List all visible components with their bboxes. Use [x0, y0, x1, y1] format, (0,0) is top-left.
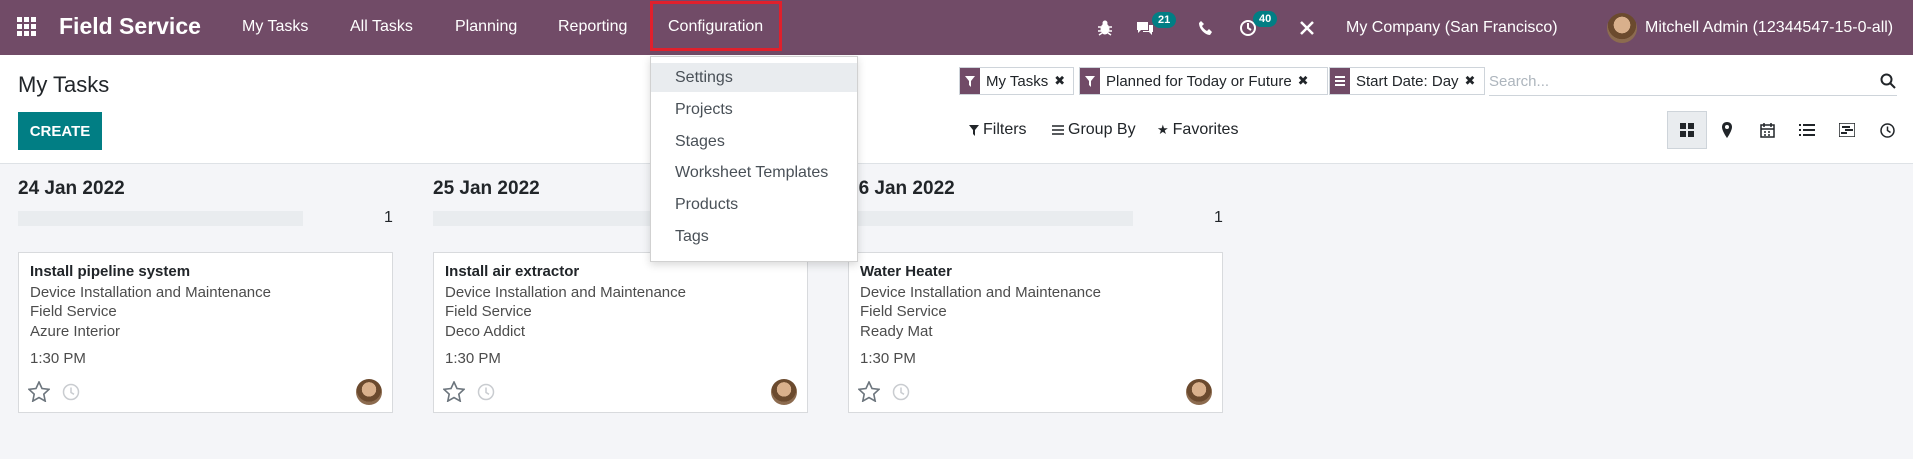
- star-icon[interactable]: [857, 380, 881, 407]
- facet-start-date[interactable]: Start Date: Day ✖: [1329, 67, 1485, 95]
- kanban-view-icon[interactable]: [1667, 111, 1707, 149]
- menu-reporting[interactable]: Reporting: [558, 18, 627, 36]
- card-project: Device Installation and Maintenance: [30, 284, 271, 301]
- task-card[interactable]: Install air extractor Device Installatio…: [433, 252, 808, 413]
- app-brand[interactable]: Field Service: [59, 13, 201, 40]
- view-switcher: [1667, 111, 1907, 149]
- column-title[interactable]: 25 Jan 2022: [433, 178, 540, 200]
- menu-my-tasks[interactable]: My Tasks: [242, 18, 308, 36]
- column-count: 1: [1214, 209, 1223, 226]
- menu-item-products[interactable]: Products: [651, 190, 857, 219]
- filters-label: Filters: [983, 121, 1027, 138]
- activity-clock-icon[interactable]: [62, 383, 80, 406]
- chat-count-badge: 21: [1152, 12, 1177, 28]
- column-progress-bar[interactable]: [848, 211, 1133, 226]
- card-team: Field Service: [445, 303, 532, 320]
- facet-value: Planned for Today or Future: [1106, 72, 1292, 90]
- activity-view-icon[interactable]: [1867, 111, 1907, 149]
- assignee-avatar[interactable]: [356, 379, 382, 405]
- menu-item-worksheet-templates[interactable]: Worksheet Templates: [651, 158, 857, 187]
- search-input[interactable]: [1489, 68, 1869, 94]
- card-customer: Deco Addict: [445, 323, 526, 340]
- chat-icon[interactable]: [1135, 0, 1155, 55]
- card-time: 1:30 PM: [30, 350, 86, 367]
- apps-menu-icon[interactable]: [17, 17, 39, 36]
- top-navbar: Field Service My Tasks All Tasks Plannin…: [0, 0, 1913, 55]
- remove-facet-icon[interactable]: ✖: [1054, 73, 1071, 89]
- facet-my-tasks[interactable]: My Tasks ✖: [959, 67, 1074, 95]
- facet-value: Start Date: Day: [1356, 72, 1459, 90]
- card-title: Install air extractor: [445, 263, 580, 280]
- card-title: Install pipeline system: [30, 263, 191, 280]
- column-title[interactable]: 24 Jan 2022: [18, 178, 125, 200]
- card-team: Field Service: [30, 303, 117, 320]
- calendar-view-icon[interactable]: [1747, 111, 1787, 149]
- group-by-bars-icon: [1052, 125, 1064, 135]
- menu-item-tags[interactable]: Tags: [651, 222, 857, 251]
- configuration-highlight: [650, 1, 782, 51]
- search-underline: [1489, 95, 1897, 96]
- filter-funnel-icon: [969, 124, 979, 136]
- debug-icon[interactable]: [1096, 0, 1114, 55]
- card-title: Water Heater: [860, 263, 952, 280]
- card-time: 1:30 PM: [860, 350, 916, 367]
- group-by-icon: [1330, 68, 1350, 94]
- card-customer: Azure Interior: [30, 323, 121, 340]
- group-by-button[interactable]: Group By: [1052, 121, 1136, 139]
- card-project: Device Installation and Maintenance: [860, 284, 1101, 301]
- create-button[interactable]: CREATE: [18, 112, 102, 150]
- menu-all-tasks[interactable]: All Tasks: [350, 18, 413, 36]
- menu-item-stages[interactable]: Stages: [651, 127, 857, 156]
- column-title[interactable]: 26 Jan 2022: [848, 178, 955, 200]
- search-icon[interactable]: [1880, 73, 1896, 94]
- menu-item-settings[interactable]: Settings: [651, 63, 857, 92]
- activity-clock-icon[interactable]: [477, 383, 495, 406]
- menu-planning[interactable]: Planning: [455, 18, 517, 36]
- user-avatar[interactable]: [1607, 0, 1637, 55]
- activity-count-badge: 40: [1253, 11, 1278, 27]
- card-customer: Ready Mat: [860, 323, 933, 340]
- card-team: Field Service: [860, 303, 947, 320]
- filter-icon: [960, 68, 980, 94]
- card-time: 1:30 PM: [445, 350, 501, 367]
- column-count: 1: [384, 209, 393, 226]
- star-icon[interactable]: [442, 380, 466, 407]
- card-project: Device Installation and Maintenance: [445, 284, 686, 301]
- favorites-star-icon: ★: [1157, 122, 1169, 137]
- favorites-button[interactable]: ★ Favorites: [1157, 121, 1238, 139]
- task-card[interactable]: Install pipeline system Device Installat…: [18, 252, 393, 413]
- task-card[interactable]: Water Heater Device Installation and Mai…: [848, 252, 1223, 413]
- map-view-icon[interactable]: [1707, 111, 1747, 149]
- assignee-avatar[interactable]: [771, 379, 797, 405]
- filters-button[interactable]: Filters: [969, 121, 1027, 139]
- remove-facet-icon[interactable]: ✖: [1465, 73, 1482, 89]
- control-panel: My Tasks CREATE My Tasks ✖ Planned for T…: [0, 55, 1913, 164]
- star-icon[interactable]: [27, 380, 51, 407]
- group-by-label: Group By: [1068, 121, 1136, 138]
- configuration-dropdown: Settings Projects Stages Worksheet Templ…: [650, 56, 858, 262]
- facet-planned[interactable]: Planned for Today or Future ✖: [1079, 67, 1328, 95]
- phone-icon[interactable]: [1198, 0, 1214, 55]
- activity-clock-icon[interactable]: [1239, 0, 1257, 55]
- favorites-label: Favorites: [1172, 121, 1239, 138]
- assignee-avatar[interactable]: [1186, 379, 1212, 405]
- company-switcher[interactable]: My Company (San Francisco): [1346, 0, 1558, 55]
- list-view-icon[interactable]: [1787, 111, 1827, 149]
- facet-value: My Tasks: [986, 72, 1049, 90]
- activity-clock-icon[interactable]: [892, 383, 910, 406]
- user-menu[interactable]: Mitchell Admin (12344547-15-0-all): [1645, 0, 1893, 55]
- remove-facet-icon[interactable]: ✖: [1298, 73, 1315, 89]
- page-title: My Tasks: [18, 72, 110, 97]
- tools-icon[interactable]: [1298, 0, 1316, 55]
- filter-icon: [1080, 68, 1100, 94]
- gantt-view-icon[interactable]: [1827, 111, 1867, 149]
- column-progress-bar[interactable]: [18, 211, 303, 226]
- menu-item-projects[interactable]: Projects: [651, 95, 857, 124]
